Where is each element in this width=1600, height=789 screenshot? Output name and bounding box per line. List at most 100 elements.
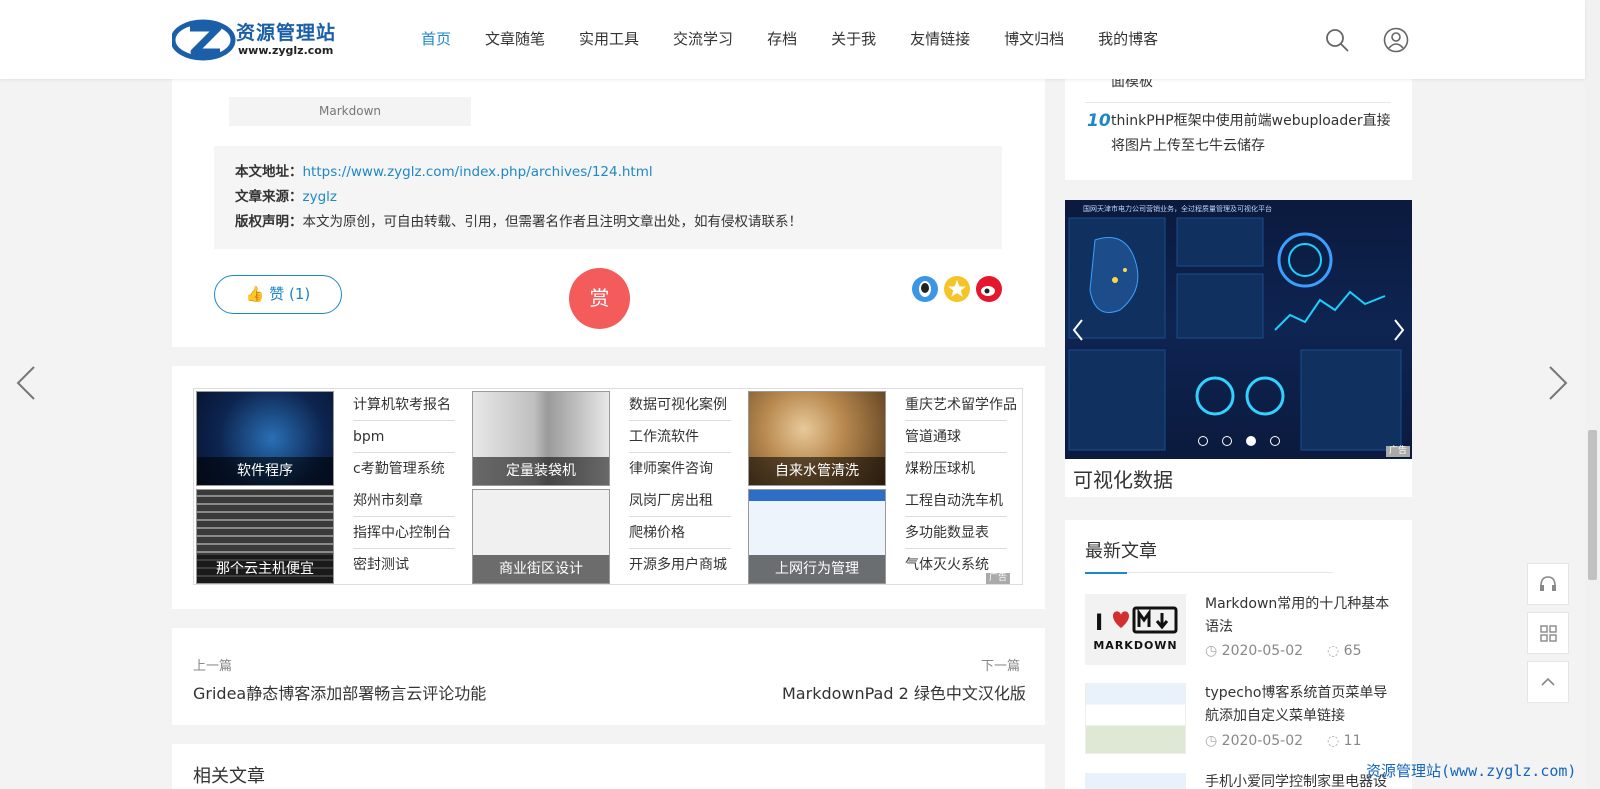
headset-icon	[1540, 576, 1556, 591]
article-comments: ◌ 11	[1327, 733, 1362, 749]
logo-url: www.zyglz.com	[238, 44, 334, 57]
page-scrollbar[interactable]	[1585, 0, 1600, 789]
nav-about[interactable]: 关于我	[814, 0, 893, 79]
comment-icon: ◌	[1327, 643, 1340, 659]
slider-dot-active[interactable]	[1246, 436, 1256, 446]
dashboard-graphic	[1068, 217, 1402, 451]
page-prev-arrow-icon[interactable]	[14, 365, 38, 401]
article-thumb[interactable]: I MARKDOWN	[1085, 594, 1186, 665]
ad-image[interactable]: 商业街区设计	[472, 489, 610, 584]
slider-prev-icon[interactable]	[1071, 318, 1085, 342]
article-date: ◷ 2020-05-02	[1205, 643, 1304, 659]
ad-link[interactable]: 凤岗厂房出租	[629, 485, 731, 517]
pager-card	[172, 628, 1045, 725]
ad-link[interactable]: 数据可视化案例	[629, 389, 731, 421]
slider-caption[interactable]: 可视化数据	[1073, 464, 1173, 493]
ad-link[interactable]: 煤粉压球机	[905, 453, 1007, 485]
related-card	[172, 744, 1045, 789]
qzone-share-icon[interactable]	[943, 275, 971, 303]
weibo-share-icon[interactable]	[975, 275, 1003, 303]
article-date: ◷ 2020-05-02	[1205, 733, 1304, 749]
ad-link[interactable]: 工作流软件	[629, 421, 731, 453]
latest-article-link[interactable]: typecho博客系统首页菜单导航添加自定义菜单链接	[1205, 682, 1395, 728]
ad-image[interactable]: 软件程序	[196, 391, 334, 486]
ad-link[interactable]: c考勤管理系统	[353, 453, 455, 485]
clock-icon: ◷	[1205, 733, 1218, 749]
markdown-logo-icon: I	[1095, 606, 1178, 636]
qq-share-icon[interactable]	[911, 275, 939, 303]
ad-badge[interactable]: 广告	[986, 573, 1011, 584]
nav-learning[interactable]: 交流学习	[656, 0, 750, 79]
svg-text:I: I	[1095, 611, 1103, 636]
ad-link[interactable]: 重庆艺术留学作品	[905, 389, 1017, 421]
ad-link[interactable]: 爬梯价格	[629, 517, 731, 549]
rank-number: 10	[1087, 111, 1111, 131]
slider-dot[interactable]	[1222, 436, 1232, 446]
ad-link[interactable]: 管道通球	[905, 421, 1007, 453]
float-support-button[interactable]	[1527, 563, 1569, 605]
ad-image[interactable]: 自来水管清洗	[748, 391, 886, 486]
ad-grid: 软件程序 计算机软考报名 bpm c考勤管理系统 定量装袋机 数据可视化案例 工…	[193, 388, 1023, 585]
clock-icon: ◷	[1205, 643, 1218, 659]
related-title: 相关文章	[193, 766, 265, 787]
nav-essays[interactable]: 文章随笔	[468, 0, 562, 79]
latest-article-link[interactable]: Markdown常用的十几种基本语法	[1205, 593, 1395, 639]
nav-post-archive[interactable]: 博文归档	[987, 0, 1081, 79]
nav-archive[interactable]: 存档	[750, 0, 814, 79]
ad-link[interactable]: 郑州市刻章	[353, 485, 455, 517]
next-label: 下一篇	[981, 659, 1021, 674]
reward-button[interactable]: 赏	[569, 268, 630, 329]
nav-tools[interactable]: 实用工具	[562, 0, 656, 79]
back-to-top-button[interactable]	[1527, 661, 1569, 703]
scrollbar-thumb[interactable]	[1588, 430, 1597, 580]
ad-link[interactable]: 工程自动洗车机	[905, 485, 1007, 517]
thumb-caption: MARKDOWN	[1093, 639, 1178, 652]
url-label: 本文地址：	[235, 164, 303, 180]
ad-link[interactable]: 密封测试	[353, 549, 455, 581]
user-icon[interactable]	[1383, 27, 1409, 53]
article-url-link[interactable]: https://www.zyglz.com/index.php/archives…	[303, 164, 653, 180]
next-article-link[interactable]: MarkdownPad 2 绿色中文汉化版	[782, 680, 1026, 704]
slider-next-icon[interactable]	[1392, 318, 1406, 342]
ad-link[interactable]: 多功能数显表	[905, 517, 1007, 549]
article-thumb[interactable]	[1085, 683, 1186, 754]
ad-image[interactable]: 那个云主机便宜	[196, 489, 334, 584]
ad-link[interactable]: 指挥中心控制台	[353, 517, 455, 549]
slider-ad-badge[interactable]: 广告	[1385, 446, 1410, 457]
copyright-text: 本文为原创，可自由转载、引用，但需署名作者且注明文章出处，如有侵权请联系！	[302, 214, 803, 230]
logo-text: 资源管理站	[236, 22, 337, 44]
nav-links[interactable]: 友情链接	[893, 0, 987, 79]
like-button[interactable]: 👍 赞 (1)	[214, 275, 342, 314]
like-count: 赞 (1)	[269, 285, 311, 303]
ad-link[interactable]: bpm	[353, 421, 455, 453]
article-thumb[interactable]	[1085, 773, 1186, 789]
ad-link[interactable]: 律师案件咨询	[629, 453, 731, 485]
qrcode-icon	[1540, 625, 1557, 642]
prev-article-link[interactable]: Gridea静态博客添加部署畅言云评论功能	[193, 680, 486, 704]
slider-dot[interactable]	[1270, 436, 1280, 446]
ad-link[interactable]: 计算机软考报名	[353, 389, 455, 421]
rank-item-link[interactable]: thinkPHP框架中使用前端webuploader直接将图片上传至七牛云储存	[1111, 109, 1393, 159]
nav-home[interactable]: 首页	[404, 0, 468, 79]
latest-title: 最新文章	[1085, 541, 1157, 562]
nav-my-blog[interactable]: 我的博客	[1081, 0, 1175, 79]
float-qrcode-button[interactable]	[1527, 612, 1569, 654]
page-next-arrow-icon[interactable]	[1546, 365, 1570, 401]
site-logo[interactable]: 资源管理站 www.zyglz.com	[172, 14, 342, 62]
ad-image[interactable]: 上网行为管理	[748, 489, 886, 584]
site-watermark: 资源管理站(www.zyglz.com)	[1366, 762, 1577, 780]
slider-dots	[1198, 436, 1280, 446]
article-info-box: 本文地址：https://www.zyglz.com/index.php/arc…	[214, 146, 1002, 249]
slider-dot[interactable]	[1198, 436, 1208, 446]
search-icon[interactable]	[1324, 27, 1350, 53]
article-source-link[interactable]: zyglz	[303, 189, 337, 205]
ad-slider-image[interactable]: 国网天津市电力公司营销业务，全过程质量管理及可视化平台 广告	[1065, 200, 1412, 459]
logo-icon	[172, 19, 236, 61]
site-header: 资源管理站 www.zyglz.com 首页 文章随笔 实用工具 交流学习 存档…	[0, 0, 1585, 79]
chevron-up-icon	[1541, 677, 1555, 686]
thumbs-up-icon: 👍	[245, 285, 265, 303]
comment-icon: ◌	[1327, 733, 1340, 749]
ad-link[interactable]: 开源多用户商城	[629, 549, 731, 581]
article-tag[interactable]: Markdown	[229, 97, 471, 126]
ad-image[interactable]: 定量装袋机	[472, 391, 610, 486]
